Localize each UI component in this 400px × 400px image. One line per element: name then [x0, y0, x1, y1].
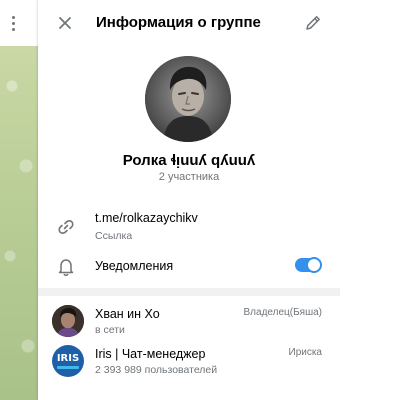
member-status: 2 393 989 пользователей: [95, 364, 218, 376]
section-divider: [38, 288, 340, 296]
member-status: в сети: [95, 324, 125, 336]
member-avatar: [52, 305, 84, 337]
invite-link-url[interactable]: t.me/rolkazaychikv: [95, 211, 198, 225]
pencil-icon[interactable]: [302, 12, 324, 34]
group-name: Ролка ɬᴉuuʎ qʎuuʎ: [122, 152, 256, 169]
link-icon: [58, 220, 74, 234]
panel-title: Информация о группе: [96, 14, 261, 31]
member-name: Iris | Чат-менеджер: [95, 347, 206, 361]
close-icon[interactable]: [54, 12, 76, 34]
bell-icon: [58, 259, 74, 276]
member-list-item[interactable]: IRIS Iris | Чат-менеджер 2 393 989 польз…: [38, 343, 340, 387]
member-name: Хван ин Хо: [95, 307, 160, 321]
member-avatar-text: IRIS: [56, 352, 80, 364]
group-avatar-portrait: [145, 56, 231, 142]
more-vertical-icon[interactable]: [8, 10, 18, 36]
avatar-underline: [57, 365, 79, 369]
member-avatar: IRIS: [52, 345, 84, 377]
panel-header: Информация о группе: [38, 0, 340, 46]
invite-link-row[interactable]: t.me/rolkazaychikv Ссылка: [38, 205, 340, 245]
toggle-knob: [306, 257, 322, 273]
notifications-toggle[interactable]: [295, 257, 322, 273]
member-list-item[interactable]: Хван ин Хо в сети Владелец(Бяша): [38, 303, 340, 347]
chat-background: [0, 46, 38, 400]
right-blank-area: [340, 0, 400, 400]
member-role: Ириска: [288, 347, 323, 358]
invite-link-label: Ссылка: [95, 230, 133, 242]
chat-side-strip: [0, 0, 38, 400]
notifications-label: Уведомления: [95, 259, 174, 273]
notifications-row[interactable]: Уведомления: [38, 250, 340, 284]
group-members-count: 2 участника: [158, 171, 220, 183]
group-avatar[interactable]: [145, 56, 231, 142]
group-info-panel: Информация о группе Ролка ɬᴉuuʎ qʎuuʎ 2 …: [38, 0, 340, 400]
member-role: Владелец(Бяша): [243, 307, 322, 318]
